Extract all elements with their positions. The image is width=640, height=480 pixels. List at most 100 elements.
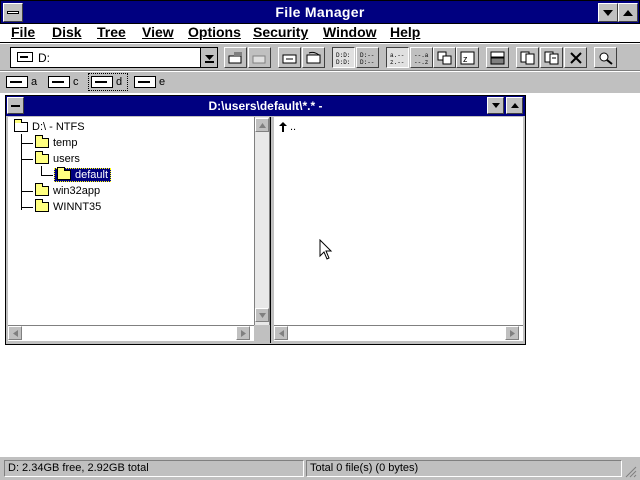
tree-node-winnt35[interactable]: WINNT35	[35, 199, 101, 214]
status-bar: D: 2.34GB free, 2.92GB total Total 0 fil…	[0, 456, 640, 480]
drive-combo-arrow[interactable]	[200, 48, 217, 67]
move-button[interactable]	[540, 47, 563, 68]
tree-connector	[21, 191, 33, 192]
menu-view[interactable]: View	[142, 24, 174, 40]
sort-date-icon: z	[460, 51, 474, 64]
child-minimize-button[interactable]	[487, 97, 504, 114]
drive-bar: a c d e	[0, 72, 640, 93]
sort-by-size-button[interactable]	[433, 47, 456, 68]
directory-window-titlebar[interactable]: D:\users\default\*.* -	[6, 96, 525, 116]
arrow-left-icon	[12, 329, 18, 337]
tree-connector	[21, 134, 22, 210]
tree-horizontal-scrollbar[interactable]	[8, 325, 254, 341]
folder-open-icon	[14, 119, 28, 132]
svg-text:D:--: D:--	[360, 59, 374, 65]
tree-node-root[interactable]: D:\ - NTFS	[14, 119, 85, 134]
folder-icon	[35, 183, 49, 196]
arrow-up-icon	[258, 122, 266, 128]
floppy-drive-icon	[6, 76, 28, 88]
arrow-down-icon	[258, 312, 266, 318]
folder-icon	[35, 199, 49, 212]
child-maximize-button[interactable]	[506, 97, 523, 114]
tree-node-temp[interactable]: temp	[35, 135, 77, 150]
scroll-left-button[interactable]	[8, 326, 22, 340]
sort-by-name-button[interactable]: a.-- z.--	[386, 47, 409, 68]
tree-node-default[interactable]: default	[54, 167, 112, 182]
tree-vertical-scrollbar[interactable]	[254, 117, 270, 325]
cdrom-drive-icon	[134, 76, 156, 88]
tree-node-win32app[interactable]: win32app	[35, 183, 100, 198]
scroll-left-button[interactable]	[274, 326, 288, 340]
details-view-icon: D:--D:--	[360, 52, 374, 65]
tree-connector	[21, 143, 33, 144]
sort-size-icon	[437, 51, 451, 64]
menu-security[interactable]: Security	[253, 24, 308, 40]
size-grip-icon[interactable]	[624, 465, 637, 478]
tree-pane[interactable]: D:\ - NTFS temp users default win32app W…	[8, 117, 254, 325]
scrollbar-corner	[254, 325, 270, 341]
app-titlebar[interactable]: File Manager	[0, 0, 640, 24]
directory-pane[interactable]: ..	[274, 117, 523, 325]
sort-type-icon: --.a--.z	[414, 52, 429, 65]
menu-tree[interactable]: Tree	[97, 24, 126, 40]
svg-text:--.z: --.z	[414, 59, 429, 65]
drive-e[interactable]: e	[132, 73, 165, 91]
tree-node-users[interactable]: users	[35, 151, 80, 166]
folder-icon	[35, 135, 49, 148]
menu-window[interactable]: Window	[323, 24, 377, 40]
tree-connector	[21, 207, 33, 208]
directory-window-title: D:\users\default\*.* -	[208, 99, 323, 113]
drive-c[interactable]: c	[46, 73, 79, 91]
folder-icon	[35, 151, 49, 164]
drive-combo[interactable]: D:	[10, 47, 218, 68]
svg-text:D:D:: D:D:	[336, 52, 350, 59]
menu-help[interactable]: Help	[390, 24, 420, 40]
menu-bar: File Disk Tree View Options Security Win…	[0, 24, 640, 43]
arrow-left-icon	[278, 329, 284, 337]
dir-item-parent[interactable]: ..	[278, 120, 296, 134]
minimize-button[interactable]	[598, 3, 618, 22]
view-name-button[interactable]: D:D: D:D:	[332, 47, 355, 68]
scroll-right-button[interactable]	[236, 326, 250, 340]
chevron-down-icon	[204, 54, 214, 63]
menu-options[interactable]: Options	[188, 24, 241, 40]
menu-file[interactable]: File	[11, 24, 35, 40]
share-as-button[interactable]	[278, 47, 301, 68]
sort-by-date-button[interactable]: z	[456, 47, 479, 68]
tree-connector	[21, 159, 33, 160]
svg-text:D:--: D:--	[360, 52, 374, 59]
delete-button[interactable]	[564, 47, 587, 68]
maximize-button[interactable]	[618, 3, 638, 22]
svg-text:z.--: z.--	[390, 59, 404, 65]
hard-drive-icon	[17, 52, 33, 62]
view-all-details-button[interactable]: D:-- D:--	[356, 47, 379, 68]
new-window-button[interactable]	[486, 47, 509, 68]
arrow-right-icon	[240, 329, 246, 337]
properties-icon	[599, 52, 613, 65]
mouse-cursor-icon	[319, 239, 333, 260]
status-disk-space: D: 2.34GB free, 2.92GB total	[4, 460, 304, 477]
scroll-down-button[interactable]	[255, 308, 269, 322]
disconnect-network-drive-button[interactable]	[248, 47, 271, 68]
svg-text:z: z	[463, 54, 468, 64]
maximize-icon	[510, 103, 519, 108]
toolbar: D: D:D: D:D: D:-- D:-- a.-- z.-- --.a --.z z	[0, 44, 640, 71]
scroll-up-button[interactable]	[255, 118, 269, 132]
stop-sharing-button[interactable]	[302, 47, 325, 68]
menu-disk[interactable]: Disk	[52, 24, 82, 40]
scroll-right-button[interactable]	[505, 326, 519, 340]
share-icon	[282, 54, 296, 63]
tree-connector	[41, 166, 42, 175]
sort-by-type-button[interactable]: --.a --.z	[410, 47, 433, 68]
delete-icon	[569, 51, 582, 64]
properties-button[interactable]	[594, 47, 617, 68]
copy-button[interactable]	[516, 47, 539, 68]
copy-icon	[520, 51, 534, 64]
drive-d[interactable]: d	[88, 73, 128, 91]
minimize-icon	[603, 9, 613, 16]
drive-a[interactable]: a	[4, 73, 37, 91]
directory-window[interactable]: D:\users\default\*.* - D:\ - NTFS temp u…	[5, 95, 526, 345]
connect-network-drive-button[interactable]	[224, 47, 247, 68]
minimize-icon	[491, 103, 500, 108]
dir-horizontal-scrollbar[interactable]	[274, 325, 523, 341]
